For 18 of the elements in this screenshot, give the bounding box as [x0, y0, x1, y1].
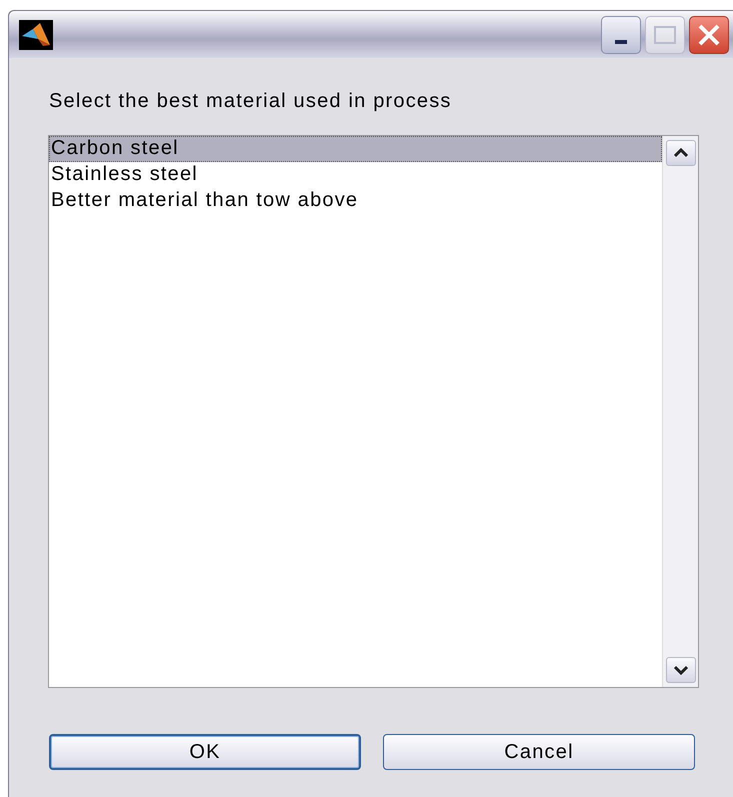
- list-item[interactable]: Better material than tow above: [49, 188, 662, 214]
- listbox[interactable]: Carbon steel Stainless steel Better material than tow above: [48, 135, 699, 688]
- ok-button[interactable]: OK: [49, 734, 361, 770]
- scroll-down-button[interactable]: [666, 657, 696, 683]
- minimize-icon: [615, 40, 627, 44]
- list-item[interactable]: Carbon steel: [49, 136, 662, 162]
- app-logo-icon: [19, 20, 53, 50]
- chevron-down-icon: [674, 665, 688, 675]
- close-button[interactable]: [689, 16, 729, 54]
- maximize-icon: [654, 26, 676, 44]
- prompt-label: Select the best material used in process: [49, 90, 452, 113]
- close-icon: [697, 22, 721, 46]
- minimize-button[interactable]: [601, 16, 641, 54]
- list-item[interactable]: Stainless steel: [49, 162, 662, 188]
- cancel-button[interactable]: Cancel: [383, 734, 695, 770]
- chevron-up-icon: [674, 148, 688, 158]
- scroll-up-button[interactable]: [666, 140, 696, 166]
- scrollbar[interactable]: [662, 136, 698, 687]
